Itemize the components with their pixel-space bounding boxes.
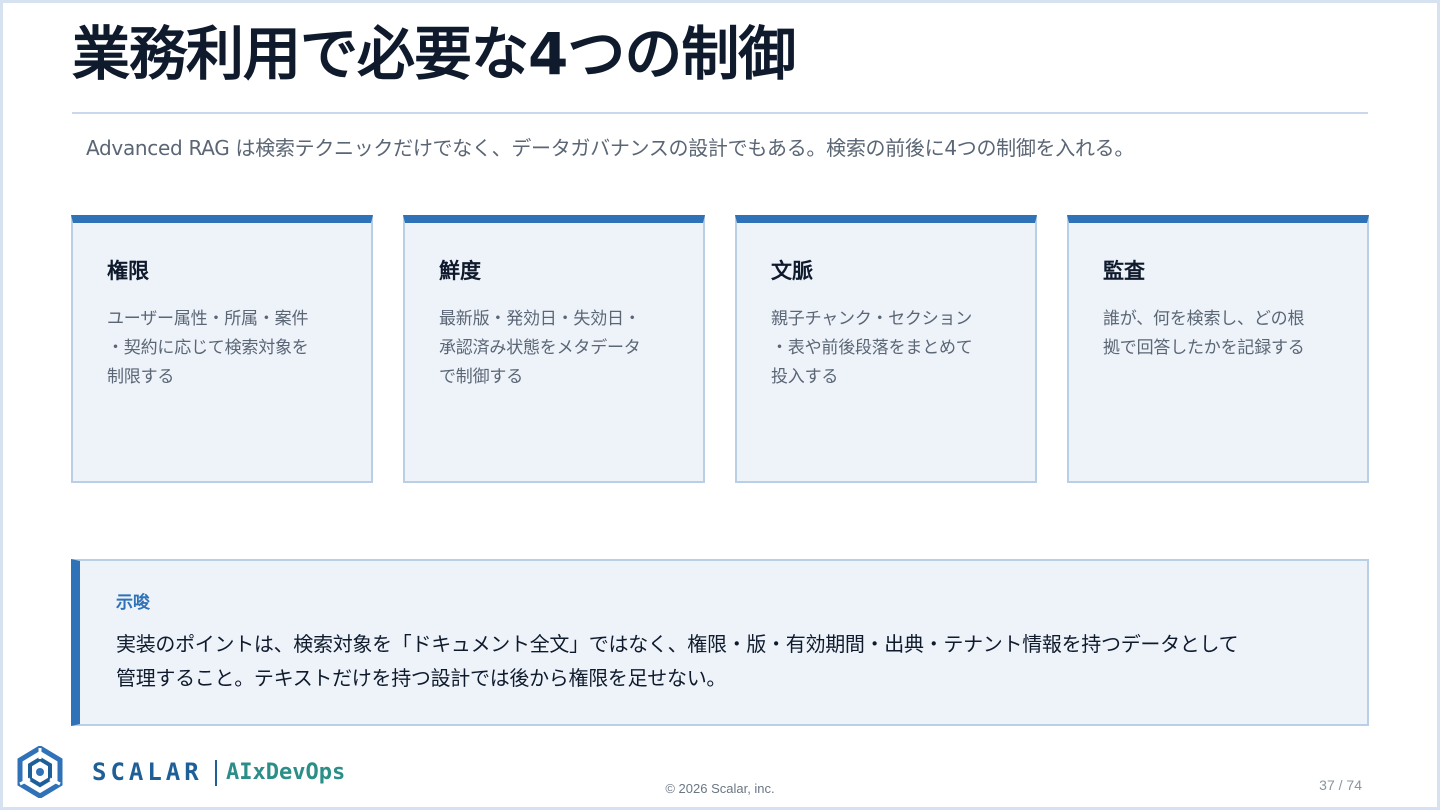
slide-subtitle: Advanced RAG は検索テクニックだけでなく、データガバナンスの設計でも… [86, 136, 1135, 160]
card-description: 誰が、何を検索し、どの根 拠で回答したかを記録する [1103, 305, 1339, 363]
card-title: 権限 [107, 259, 149, 283]
insight-line: 管理すること。テキストだけを持つ設計では後から権限を足せない。 [116, 666, 727, 690]
card-audit: 監査 誰が、何を検索し、どの根 拠で回答したかを記録する [1067, 215, 1369, 483]
card-title: 鮮度 [439, 259, 481, 283]
insight-label: 示唆 [116, 593, 150, 613]
card-title: 監査 [1103, 259, 1145, 283]
insight-line: 実装のポイントは、検索対象を「ドキュメント全文」ではなく、権限・版・有効期間・出… [116, 632, 1239, 656]
card-line: ユーザー属性・所属・案件 [107, 309, 309, 329]
card-line: 制限する [107, 367, 175, 387]
card-line: 投入する [771, 367, 839, 387]
card-freshness: 鮮度 最新版・発効日・失効日・ 承認済み状態をメタデータ で制御する [403, 215, 705, 483]
card-permission: 権限 ユーザー属性・所属・案件 ・契約に応じて検索対象を 制限する [71, 215, 373, 483]
control-cards: 権限 ユーザー属性・所属・案件 ・契約に応じて検索対象を 制限する 鮮度 最新版… [71, 215, 1369, 483]
insight-callout: 示唆 実装のポイントは、検索対象を「ドキュメント全文」ではなく、権限・版・有効期… [71, 559, 1369, 726]
card-line: 最新版・発効日・失効日・ [439, 309, 641, 329]
card-line: 承認済み状態をメタデータ [439, 338, 641, 358]
card-description: 最新版・発効日・失効日・ 承認済み状態をメタデータ で制御する [439, 305, 675, 392]
card-line: で制御する [439, 367, 523, 387]
card-line: ・表や前後段落をまとめて [771, 338, 973, 358]
card-line: 誰が、何を検索し、どの根 [1103, 309, 1305, 329]
slide-title: 業務利用で必要な4つの制御 [72, 20, 796, 88]
card-context: 文脈 親子チャンク・セクション ・表や前後段落をまとめて 投入する [735, 215, 1037, 483]
copyright: © 2026 Scalar, inc. [665, 781, 775, 796]
page-number: 37 / 74 [1319, 777, 1362, 793]
card-description: 親子チャンク・セクション ・表や前後段落をまとめて 投入する [771, 305, 1007, 392]
insight-text: 実装のポイントは、検索対象を「ドキュメント全文」ではなく、権限・版・有効期間・出… [116, 627, 1336, 695]
card-title: 文脈 [771, 259, 813, 283]
title-divider [72, 112, 1368, 114]
card-line: 拠で回答したかを記録する [1103, 338, 1305, 358]
card-line: ・契約に応じて検索対象を [107, 338, 309, 358]
card-line: 親子チャンク・セクション [771, 309, 973, 329]
card-description: ユーザー属性・所属・案件 ・契約に応じて検索対象を 制限する [107, 305, 343, 392]
